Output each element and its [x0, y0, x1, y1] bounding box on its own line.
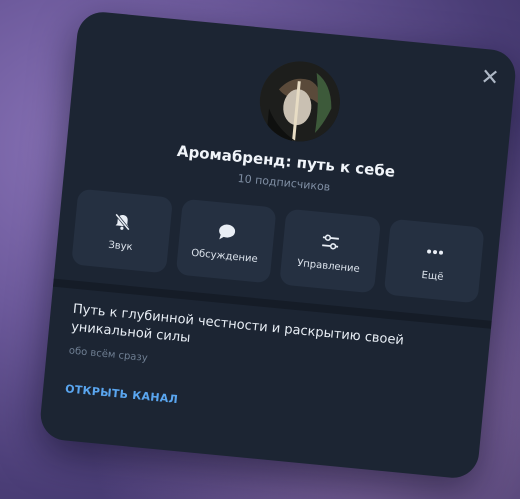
channel-avatar[interactable]: [256, 57, 344, 146]
chat-bubble-icon: [215, 220, 239, 244]
channel-description: Путь к глубинной честности и раскрытию с…: [70, 301, 405, 349]
description-caption: обо всём сразу: [68, 345, 149, 364]
mute-label: Звук: [107, 239, 134, 253]
manage-button[interactable]: Управление: [279, 208, 381, 294]
discussion-label: Обсуждение: [190, 247, 259, 265]
open-channel-link[interactable]: ОТКРЫТЬ КАНАЛ: [65, 382, 179, 406]
close-icon[interactable]: ✕: [478, 65, 502, 92]
mute-bell-icon: [111, 210, 135, 234]
more-button[interactable]: Ещё: [383, 218, 485, 304]
more-dots-icon: [423, 240, 447, 264]
discussion-button[interactable]: Обсуждение: [175, 198, 277, 284]
sliders-icon: [319, 230, 343, 254]
mute-button[interactable]: Звук: [71, 188, 173, 274]
avatar-photo: [259, 61, 340, 142]
manage-label: Управление: [296, 257, 361, 275]
more-label: Ещё: [421, 269, 444, 283]
channel-info-card: ✕ Аромабренд: путь к себе 10 подписчиков…: [38, 9, 518, 481]
